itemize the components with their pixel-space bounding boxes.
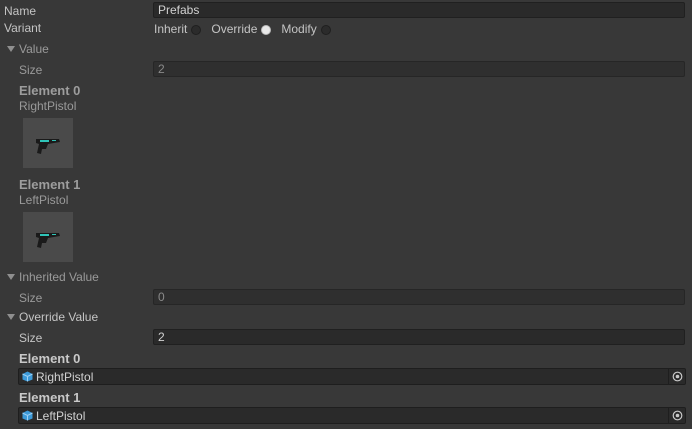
variant-option-override[interactable]: Override (211, 22, 281, 36)
name-label: Name (4, 4, 37, 18)
pistol-preview-icon (36, 139, 60, 154)
override-size-label: Size (19, 331, 43, 345)
value-element-1-object: LeftPistol (19, 193, 69, 207)
override-value-foldout[interactable]: Override Value (6, 310, 98, 324)
inherited-value-label: Inherited Value (19, 270, 99, 284)
variant-override-label: Override (211, 22, 258, 36)
override-element-0-field[interactable]: RightPistol (18, 368, 686, 385)
override-element-1-object: LeftPistol (36, 408, 86, 423)
value-size-field[interactable]: 2 (153, 61, 685, 77)
triangle-down-icon (7, 46, 15, 52)
value-element-1-title: Element 1 (19, 177, 81, 192)
inherited-size-label: Size (19, 291, 43, 305)
object-picker-icon (672, 371, 682, 382)
variant-inherit-radio[interactable] (191, 24, 202, 35)
inherited-value-foldout[interactable]: Inherited Value (6, 270, 99, 284)
variant-modify-label: Modify (281, 22, 317, 36)
object-picker-button[interactable] (668, 369, 685, 384)
variant-label: Variant (4, 21, 42, 35)
variant-override-radio[interactable] (261, 24, 272, 35)
triangle-down-icon (7, 274, 15, 280)
variant-option-inherit[interactable]: Inherit (154, 22, 211, 36)
variant-option-modify[interactable]: Modify (281, 22, 331, 36)
value-element-0-preview[interactable] (23, 118, 73, 168)
inherited-size-field[interactable]: 0 (153, 289, 685, 305)
variant-inherit-label: Inherit (154, 22, 188, 36)
override-size-field[interactable]: 2 (153, 329, 685, 345)
variant-modify-radio[interactable] (320, 24, 331, 35)
object-picker-button[interactable] (668, 408, 685, 423)
value-foldout-label: Value (19, 42, 49, 56)
override-value-label: Override Value (19, 310, 99, 324)
value-element-0-object: RightPistol (19, 99, 77, 113)
prefab-cube-icon (22, 371, 33, 382)
name-field[interactable]: Prefabs (153, 2, 685, 18)
object-picker-icon (672, 410, 682, 421)
value-element-0-title: Element 0 (19, 83, 81, 98)
override-element-1-title: Element 1 (19, 390, 81, 405)
override-element-0-object: RightPistol (36, 369, 94, 384)
prefab-cube-icon (22, 410, 33, 421)
value-element-1-preview[interactable] (23, 212, 73, 262)
override-element-1-field[interactable]: LeftPistol (18, 407, 686, 424)
triangle-down-icon (7, 314, 15, 320)
value-foldout[interactable]: Value (6, 42, 49, 56)
pistol-preview-icon (36, 233, 60, 248)
override-element-0-title: Element 0 (19, 351, 81, 366)
variant-radio-group: Inherit Override Modify (154, 22, 331, 36)
value-size-label: Size (19, 63, 43, 77)
